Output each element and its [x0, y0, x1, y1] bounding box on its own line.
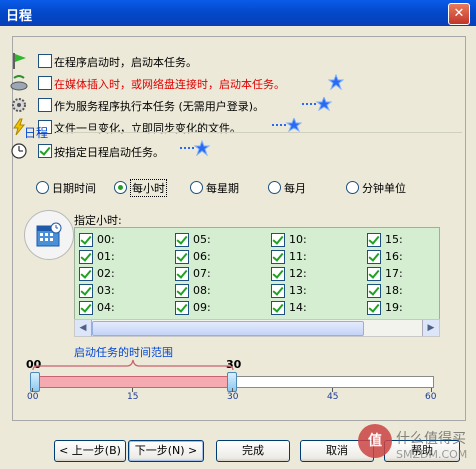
back-button[interactable]: < 上一步(B): [54, 440, 126, 462]
clock-icon: [11, 143, 27, 159]
star-icon: [302, 97, 332, 111]
checkbox[interactable]: [38, 98, 52, 112]
hours-title: 指定小时:: [74, 214, 122, 227]
checkbox[interactable]: [367, 301, 381, 315]
option-label: 作为服务程序执行本任务 (无需用户登录)。: [54, 100, 265, 113]
hour-label: 17:: [385, 267, 403, 280]
checkbox[interactable]: [271, 267, 285, 281]
checkbox[interactable]: [175, 301, 189, 315]
window-title: 日程: [6, 9, 33, 24]
hour-label: 08:: [193, 284, 211, 297]
watermark-url: SMZDM.COM: [396, 448, 468, 461]
hour-label: 02:: [97, 267, 115, 280]
radio-label: 日期时间: [52, 182, 96, 195]
tick-label: 60: [425, 392, 437, 402]
tick-label: 30: [227, 392, 239, 402]
checkbox[interactable]: [79, 233, 93, 247]
star-icon: [180, 140, 210, 156]
hour-label: 15:: [385, 233, 403, 246]
hour-label: 10:: [289, 233, 307, 246]
hour-label: 09:: [193, 301, 211, 314]
radio-label: 每月: [284, 182, 306, 195]
checkbox[interactable]: [367, 233, 381, 247]
radio-label: 每小时: [130, 179, 167, 197]
hour-label: 04:: [97, 301, 115, 314]
hour-label: 00:: [97, 233, 115, 246]
title-bar: 日程 ✕: [0, 0, 476, 26]
checkbox[interactable]: [38, 54, 52, 68]
range-brace: [32, 359, 234, 371]
checkbox[interactable]: [367, 267, 381, 281]
hour-label: 01:: [97, 250, 115, 263]
hour-label: 13:: [289, 284, 307, 297]
star-icon: [272, 118, 302, 132]
schedule-legend: 日程: [24, 126, 49, 140]
hour-label: 11:: [289, 250, 307, 263]
hour-label: 12:: [289, 267, 307, 280]
radio-label: 每星期: [206, 182, 239, 195]
radio-button[interactable]: [268, 181, 281, 194]
tick-label: 00: [27, 392, 39, 402]
calendar-icon-badge: [24, 210, 74, 260]
checkbox[interactable]: [175, 267, 189, 281]
schedule-divider: [56, 132, 462, 133]
option-label: 按指定日程启动任务。: [54, 146, 164, 159]
star-icon: [328, 74, 344, 90]
gear-icon: [12, 98, 26, 112]
radio-button[interactable]: [36, 181, 49, 194]
tick-label: 45: [327, 392, 339, 402]
hour-label: 03:: [97, 284, 115, 297]
radio-label: 分钟单位: [362, 182, 406, 195]
checkbox[interactable]: [271, 301, 285, 315]
hour-label: 06:: [193, 250, 211, 263]
hour-label: 05:: [193, 233, 211, 246]
hours-horizontal-scrollbar[interactable]: ◀ ▶: [74, 319, 440, 337]
hour-label: 19:: [385, 301, 403, 314]
checkbox[interactable]: [367, 284, 381, 298]
option-label: 在媒体插入时，或网络盘连接时，启动本任务。: [54, 78, 285, 91]
tick-label: 15: [127, 392, 139, 402]
checkbox[interactable]: [175, 284, 189, 298]
checkbox[interactable]: [79, 284, 93, 298]
finish-button[interactable]: 完成: [216, 440, 290, 462]
watermark-text: 什么值得买: [396, 431, 466, 447]
green-flag-icon: [13, 53, 26, 69]
checkbox[interactable]: [175, 233, 189, 247]
scroll-left-button[interactable]: ◀: [75, 320, 92, 336]
checkbox[interactable]: [79, 267, 93, 281]
checkbox[interactable]: [38, 144, 52, 158]
checkbox[interactable]: [271, 250, 285, 264]
checkbox[interactable]: [79, 301, 93, 315]
next-button[interactable]: 下一步(N) >: [128, 440, 204, 462]
radio-button[interactable]: [114, 181, 127, 194]
time-range-fill: [32, 376, 234, 388]
option-label: 文件一旦变化，立即同步变化的文件。: [54, 122, 241, 135]
close-button[interactable]: ✕: [448, 3, 470, 25]
hour-label: 18:: [385, 284, 403, 297]
calendar-icon: [36, 222, 62, 247]
checkbox[interactable]: [271, 233, 285, 247]
scrollbar-thumb[interactable]: [92, 321, 364, 336]
checkbox[interactable]: [271, 284, 285, 298]
watermark-badge: 值: [358, 424, 392, 458]
radio-button[interactable]: [346, 181, 359, 194]
hour-label: 07:: [193, 267, 211, 280]
hours-panel: 00: 05: 10: 15: 01: 06: 11: 16: 02: 07: …: [74, 227, 440, 321]
scroll-right-button[interactable]: ▶: [422, 320, 439, 336]
radio-button[interactable]: [190, 181, 203, 194]
disk-drive-icon: [10, 75, 28, 91]
hour-label: 14:: [289, 301, 307, 314]
checkbox[interactable]: [175, 250, 189, 264]
option-label: 在程序启动时，启动本任务。: [54, 56, 197, 69]
checkbox[interactable]: [38, 76, 52, 90]
checkbox[interactable]: [367, 250, 381, 264]
checkbox[interactable]: [79, 250, 93, 264]
hour-label: 16:: [385, 250, 403, 263]
